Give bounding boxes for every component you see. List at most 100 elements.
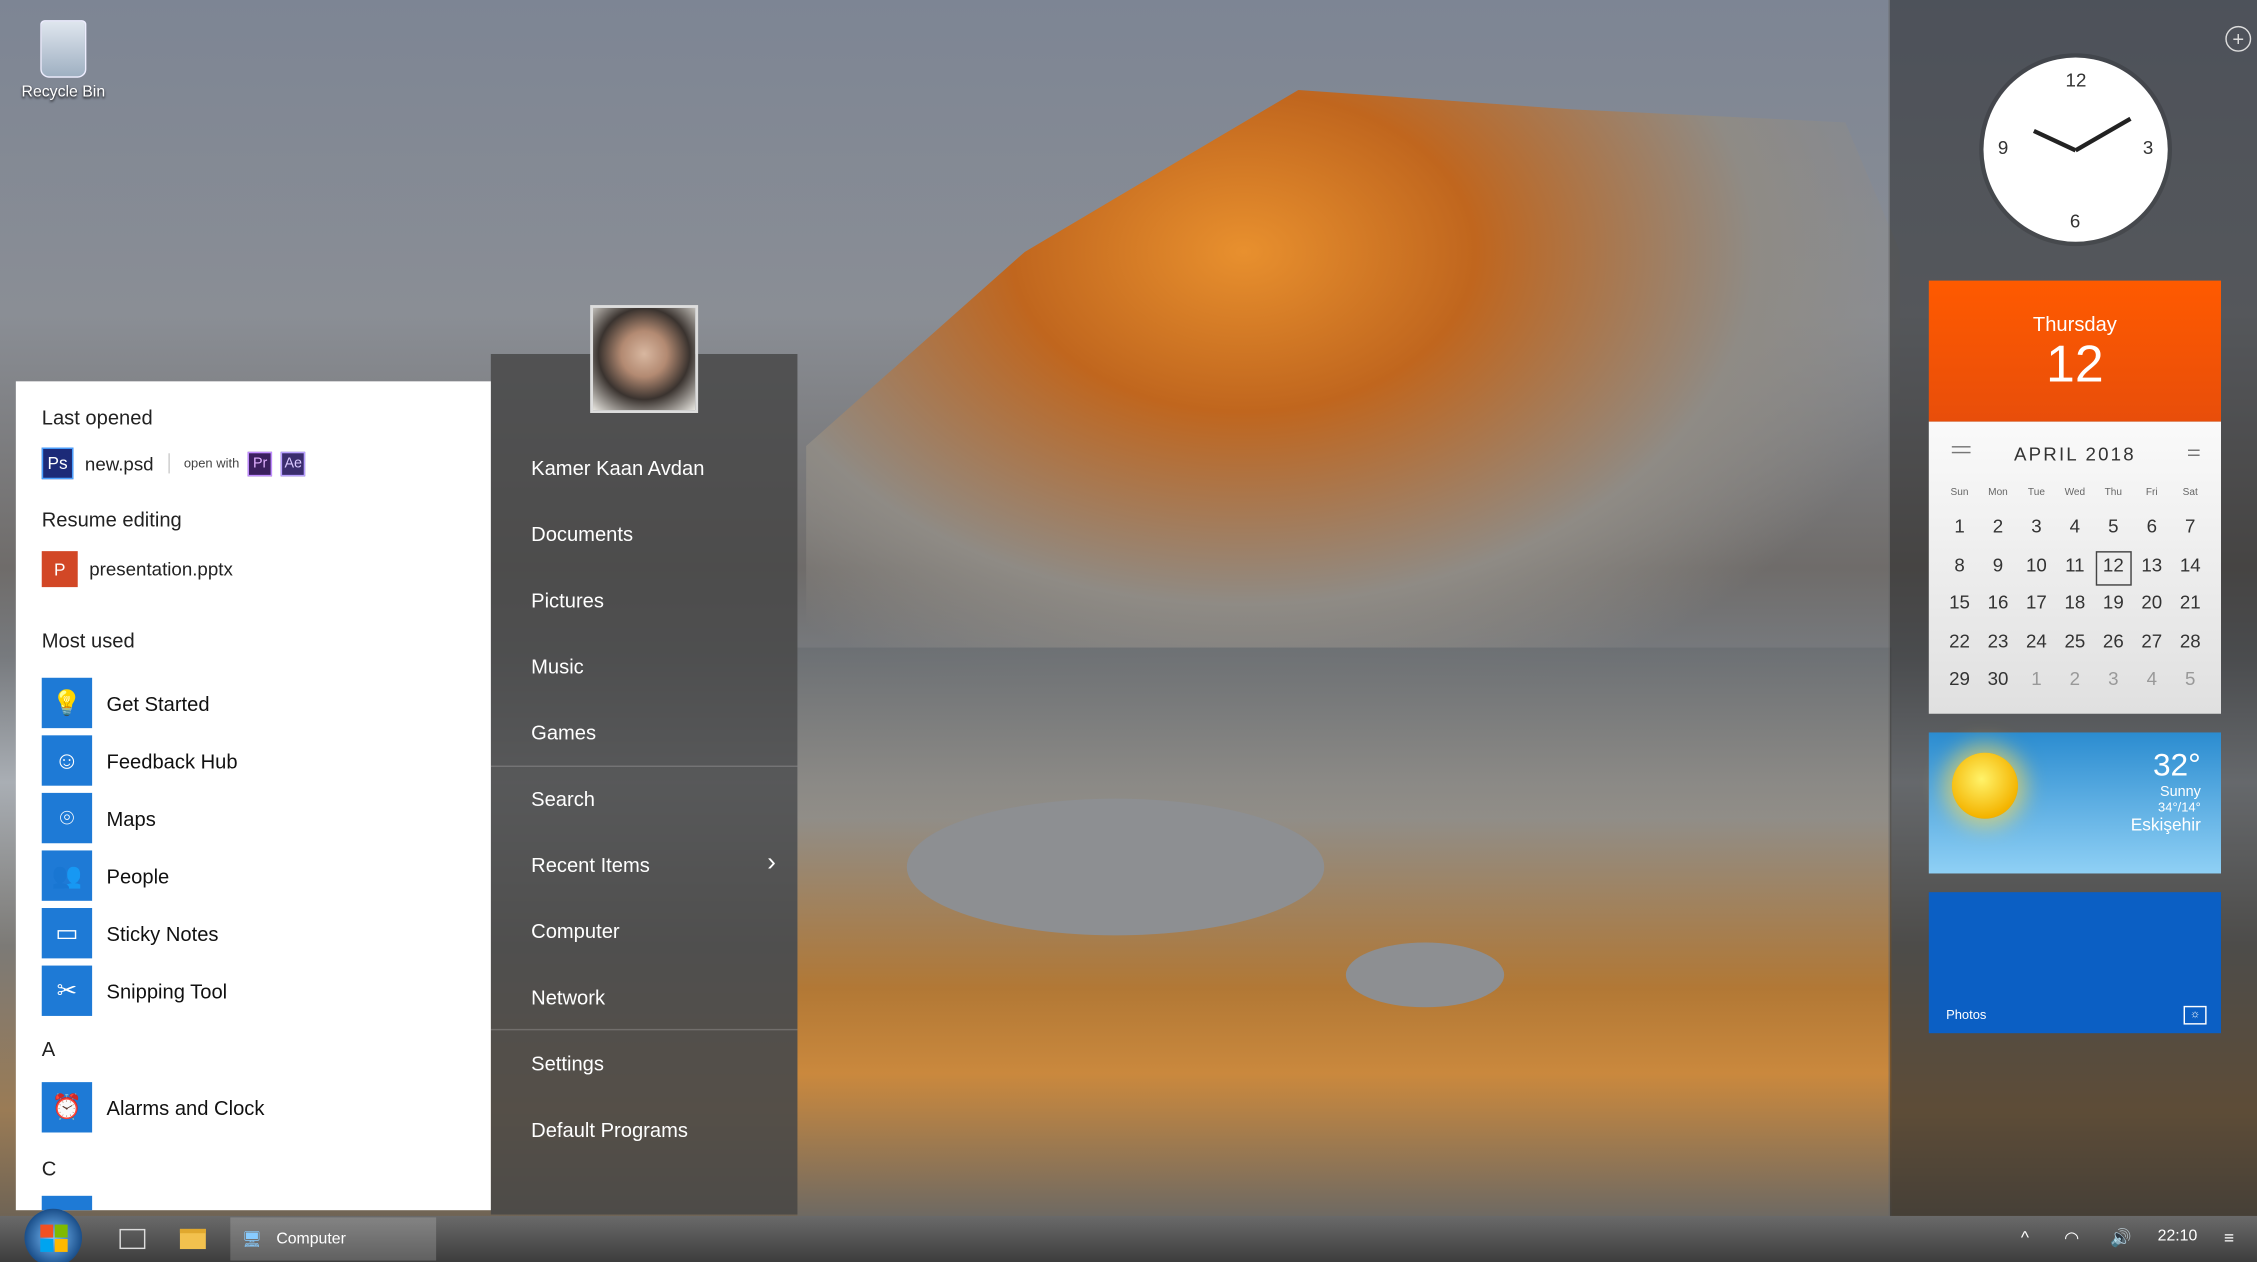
- calendar-day[interactable]: 14: [2171, 549, 2209, 587]
- calendar-day[interactable]: 30: [1979, 663, 2017, 701]
- app-feedback-hub[interactable]: ☺ Feedback Hub: [41, 735, 238, 786]
- calendar-day[interactable]: 9: [1979, 549, 2017, 587]
- powerpoint-icon: P: [41, 551, 78, 588]
- computer-icon: 🖥: [241, 1231, 262, 1249]
- clock-number: 9: [1997, 136, 2009, 159]
- taskbar: 🖥 Computer ^ ◠ 🔊 22:10 ≡: [0, 1208, 2257, 1262]
- chevron-right-icon: ›: [767, 847, 776, 877]
- start-item-documents[interactable]: Documents: [531, 522, 633, 545]
- calendar-day[interactable]: 15: [1940, 587, 1978, 625]
- calendar-day[interactable]: 26: [2094, 625, 2132, 663]
- calendar-day[interactable]: 23: [1979, 625, 2017, 663]
- user-avatar[interactable]: [590, 305, 699, 413]
- start-item-pictures[interactable]: Pictures: [531, 589, 604, 612]
- calendar-day-next-month[interactable]: 3: [2094, 663, 2132, 701]
- day-header: Sun: [1950, 487, 1969, 498]
- menu-label: Recent Items: [531, 853, 650, 877]
- divider: [490, 765, 798, 767]
- calendar-day[interactable]: 17: [2017, 587, 2055, 625]
- app-alarms-and-clock[interactable]: ⏰ Alarms and Clock: [41, 1082, 264, 1133]
- wifi-icon[interactable]: ◠: [2064, 1227, 2079, 1247]
- add-gadget-icon[interactable]: +: [2225, 25, 2252, 52]
- letter-heading-c[interactable]: C: [42, 1157, 57, 1180]
- calendar-day[interactable]: 7: [2171, 511, 2209, 549]
- start-item-recent-items[interactable]: Recent Items ›: [531, 848, 776, 877]
- calendar-day[interactable]: 3: [2017, 511, 2055, 549]
- taskbar-window-computer[interactable]: 🖥 Computer: [230, 1217, 437, 1261]
- calendar-day[interactable]: 2: [1979, 511, 2017, 549]
- app-label: Sticky Notes: [106, 921, 219, 945]
- app-sticky-notes[interactable]: ▭ Sticky Notes: [41, 908, 219, 959]
- file-name: new.psd: [84, 452, 154, 475]
- weather-temp: 32°: [2152, 746, 2201, 783]
- calendar-day[interactable]: 25: [2056, 625, 2094, 663]
- show-hidden-icons-chevron-icon[interactable]: ^: [2021, 1227, 2029, 1247]
- start-item-default-programs[interactable]: Default Programs: [531, 1118, 688, 1141]
- start-user-name[interactable]: Kamer Kaan Avdan: [531, 456, 704, 479]
- premiere-icon[interactable]: Pr: [247, 451, 273, 476]
- calendar-day[interactable]: 20: [2133, 587, 2171, 625]
- app-people[interactable]: 👥 People: [41, 850, 169, 901]
- settings-sliders-icon[interactable]: ⚌: [2187, 442, 2201, 460]
- file-explorer-icon[interactable]: [179, 1228, 206, 1250]
- calendar-day[interactable]: 16: [1979, 587, 2017, 625]
- start-button[interactable]: [24, 1208, 83, 1262]
- calendar-day-next-month[interactable]: 1: [2017, 663, 2055, 701]
- app-snipping-tool[interactable]: ✂ Snipping Tool: [41, 965, 227, 1016]
- calendar-day[interactable]: 18: [2056, 587, 2094, 625]
- start-item-settings[interactable]: Settings: [531, 1052, 604, 1075]
- desktop-icon-recycle-bin[interactable]: Recycle Bin: [20, 20, 106, 101]
- photos-tile[interactable]: Photos ☼: [1928, 892, 2221, 1034]
- app-get-started[interactable]: 💡 Get Started: [41, 677, 210, 729]
- people-icon: 👥: [41, 850, 93, 901]
- last-opened-file[interactable]: Ps new.psd open with Pr Ae: [41, 447, 317, 480]
- taskbar-clock[interactable]: 22:10: [2158, 1227, 2198, 1244]
- day-header: Wed: [2064, 487, 2086, 498]
- calendar-day[interactable]: 21: [2171, 587, 2209, 625]
- start-item-games[interactable]: Games: [531, 721, 596, 744]
- day-header: Fri: [2145, 487, 2158, 498]
- maps-icon: ⌾: [41, 792, 93, 844]
- clock-number: 6: [2069, 210, 2081, 232]
- clock-gadget: 12 3 6 9: [1983, 57, 2168, 242]
- calendar-day-today[interactable]: 12: [2094, 549, 2132, 587]
- start-item-computer[interactable]: Computer: [531, 920, 619, 943]
- calendar-day-next-month[interactable]: 4: [2133, 663, 2171, 701]
- start-item-search[interactable]: Search: [531, 787, 595, 810]
- file-name: presentation.pptx: [89, 558, 233, 580]
- wallpaper-rock: [1345, 942, 1505, 1008]
- calendar-day[interactable]: 8: [1940, 549, 1978, 587]
- weather-range: 34°/14°: [2158, 800, 2201, 815]
- month-title: APRIL 2018: [2013, 443, 2136, 465]
- weather-gadget[interactable]: 32° Sunny 34°/14° Eskişehir: [1928, 732, 2221, 874]
- calendar-day[interactable]: 11: [2056, 549, 2094, 587]
- after-effects-icon[interactable]: Ae: [281, 451, 306, 476]
- calendar-day[interactable]: 29: [1940, 663, 1978, 701]
- calendar-day[interactable]: 19: [2094, 587, 2132, 625]
- start-item-network[interactable]: Network: [531, 986, 605, 1009]
- lightbulb-icon: 💡: [41, 677, 93, 729]
- scissors-icon: ✂: [41, 965, 93, 1016]
- image-icon: ☼: [2183, 1005, 2207, 1025]
- resume-editing-file[interactable]: P presentation.pptx: [41, 551, 233, 588]
- calendar-day[interactable]: 5: [2094, 511, 2132, 549]
- letter-heading-a[interactable]: A: [42, 1038, 55, 1061]
- start-item-music[interactable]: Music: [531, 655, 584, 678]
- calendar-day[interactable]: 22: [1940, 625, 1978, 663]
- minute-hand: [2074, 116, 2132, 153]
- calendar-day[interactable]: 13: [2133, 549, 2171, 587]
- calendar-day[interactable]: 24: [2017, 625, 2055, 663]
- calendar-day[interactable]: 10: [2017, 549, 2055, 587]
- calendar-day-next-month[interactable]: 5: [2171, 663, 2209, 701]
- action-center-icon[interactable]: ≡: [2224, 1227, 2234, 1247]
- calendar-day-next-month[interactable]: 2: [2056, 663, 2094, 701]
- feedback-icon: ☺: [41, 735, 93, 786]
- app-maps[interactable]: ⌾ Maps: [41, 792, 156, 844]
- calendar-day[interactable]: 28: [2171, 625, 2209, 663]
- calendar-day[interactable]: 27: [2133, 625, 2171, 663]
- task-view-icon[interactable]: [119, 1228, 146, 1250]
- calendar-day[interactable]: 6: [2133, 511, 2171, 549]
- calendar-day[interactable]: 4: [2056, 511, 2094, 549]
- volume-icon[interactable]: 🔊: [2110, 1227, 2132, 1247]
- calendar-day[interactable]: 1: [1940, 511, 1978, 549]
